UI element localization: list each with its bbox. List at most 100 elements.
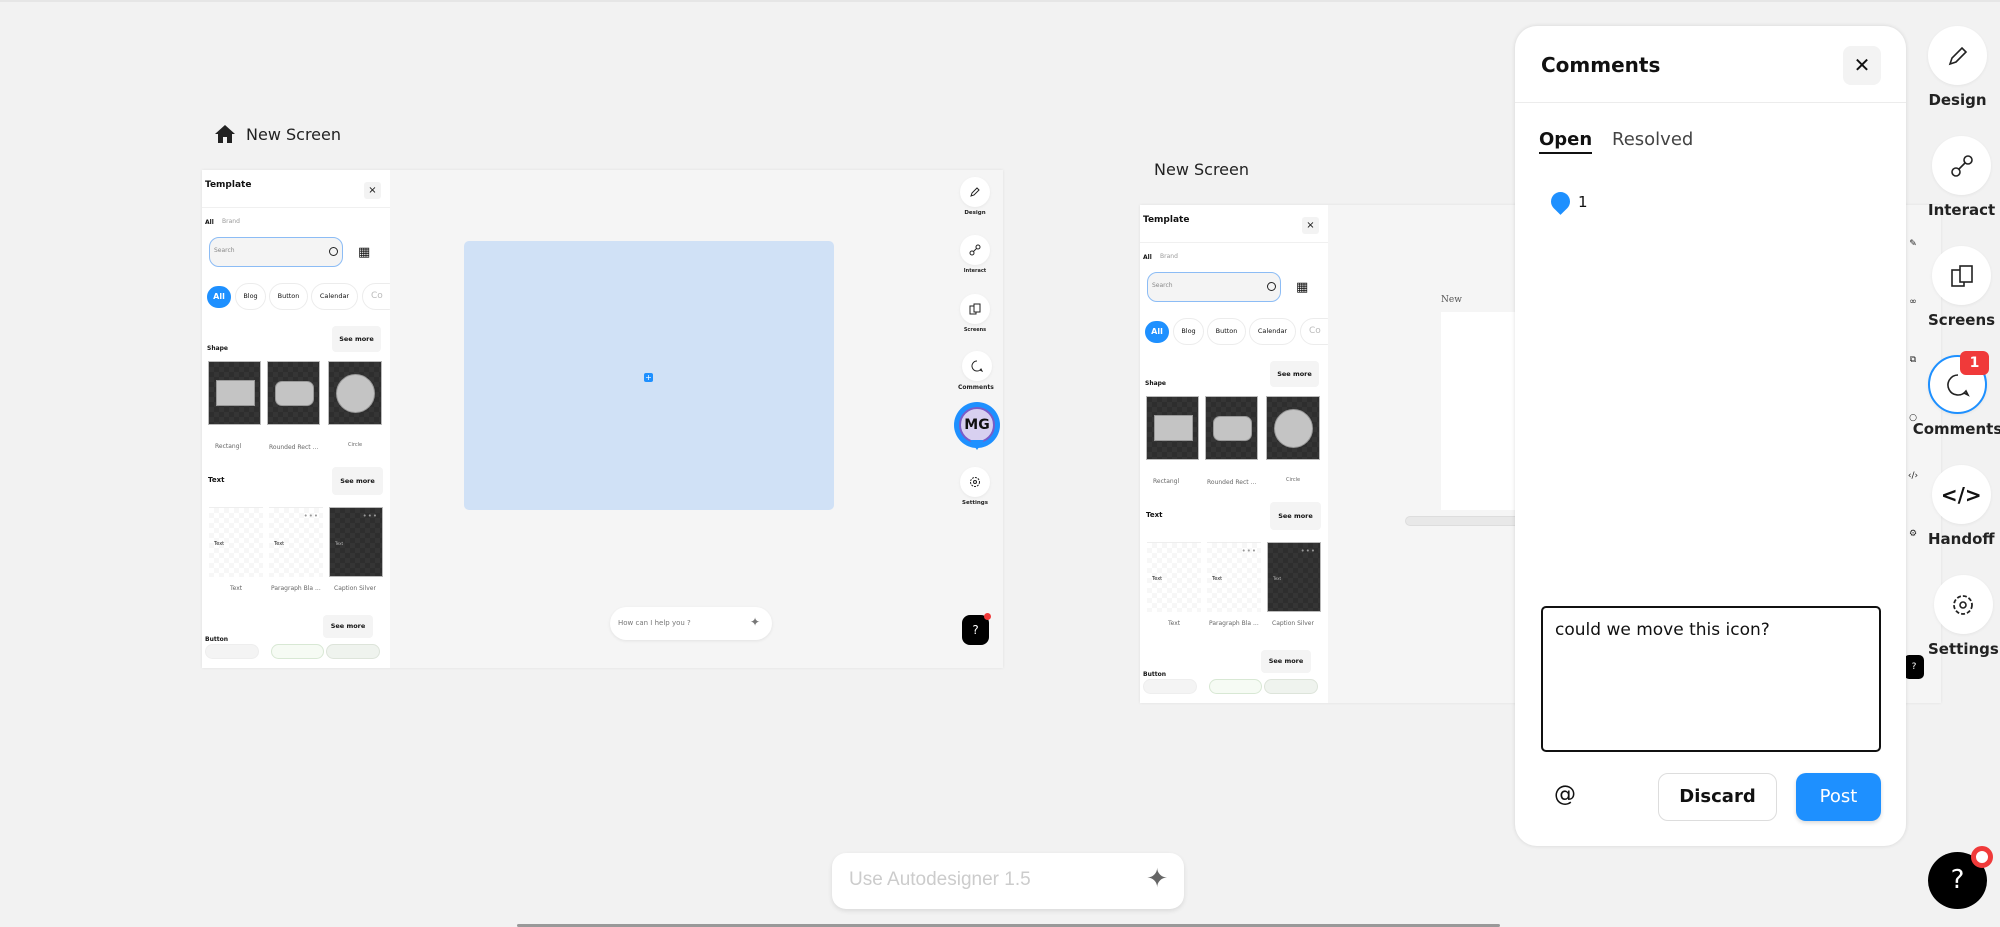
comment-pin-avatar[interactable]: MG <box>954 402 1000 450</box>
right-toolbar-screens[interactable]: Screens <box>1928 246 1995 329</box>
ai-chat-input[interactable]: How can I help you ? ✦ <box>610 607 772 640</box>
shape-rectangle-thumb[interactable] <box>208 361 261 425</box>
chip-all[interactable]: All <box>207 286 231 308</box>
see-more-button-button[interactable]: See more <box>323 615 373 638</box>
button-template[interactable] <box>271 644 324 659</box>
shape-circle-thumb[interactable] <box>1266 396 1320 460</box>
template-panel-2: Template × All Brand Search ▦ All Blog B… <box>1140 205 1328 703</box>
mention-button[interactable]: @ <box>1554 782 1576 807</box>
tab-brand[interactable]: Brand <box>222 218 240 225</box>
toolbar-settings[interactable]: Settings <box>960 467 990 506</box>
button-template[interactable] <box>1209 679 1262 694</box>
right-toolbar-settings[interactable]: Settings <box>1928 575 1999 658</box>
divider <box>1140 242 1328 243</box>
chip-all[interactable]: All <box>1145 321 1169 343</box>
paragraph-thumb[interactable]: ••• Text <box>1207 542 1261 612</box>
comment-icon <box>1946 373 1970 397</box>
see-more-shape-button[interactable]: See more <box>332 326 381 352</box>
shape-label: Rectangl <box>1153 478 1180 485</box>
chip-more[interactable]: Co <box>1300 318 1328 345</box>
chip-blog[interactable]: Blog <box>1173 318 1204 345</box>
shape-rounded-rect-thumb[interactable] <box>1205 396 1258 460</box>
pencil-icon <box>970 187 980 197</box>
help-button-mini[interactable]: ? <box>1904 655 1924 679</box>
post-button[interactable]: Post <box>1796 773 1881 821</box>
empty-screen-canvas[interactable]: + <box>464 241 834 510</box>
template-search-input[interactable]: Search <box>209 237 343 267</box>
notification-dot <box>984 613 991 620</box>
template-panel: Template × All Brand Search ▦ All Blog B… <box>202 170 390 668</box>
search-icon <box>329 247 338 256</box>
tab-brand[interactable]: Brand <box>1160 253 1178 260</box>
autodesigner-placeholder: Use Autodesigner 1.5 <box>849 869 1031 890</box>
see-more-text-button[interactable]: See more <box>332 467 383 495</box>
text-thumb[interactable]: Text <box>209 507 263 577</box>
qr-grid-icon[interactable]: ▦ <box>1296 281 1308 294</box>
caption-thumb[interactable]: ••• Text <box>329 507 383 577</box>
chip-calendar[interactable]: Calendar <box>1249 318 1296 345</box>
autodesigner-input[interactable]: Use Autodesigner 1.5 ✦ <box>832 853 1184 909</box>
button-template[interactable] <box>1143 679 1197 694</box>
chip-calendar[interactable]: Calendar <box>311 283 358 310</box>
template-close-button[interactable]: × <box>364 182 381 199</box>
chip-button[interactable]: Button <box>269 283 308 310</box>
right-toolbar-comments[interactable]: 1 Comments <box>1913 351 2000 438</box>
help-button[interactable]: ? <box>1928 846 1993 909</box>
toolbar-comments[interactable]: Comments <box>958 351 994 391</box>
comment-textarea[interactable]: could we move this icon? <box>1541 606 1881 752</box>
sparkle-icon: ✦ <box>749 615 760 629</box>
discard-button[interactable]: Discard <box>1658 773 1777 821</box>
add-screen-icon[interactable]: + <box>644 373 653 382</box>
tab-open[interactable]: Open <box>1539 129 1593 154</box>
template-title: Template <box>205 180 252 190</box>
text-thumb[interactable]: Text <box>1147 542 1201 612</box>
help-button[interactable]: ? <box>962 613 991 645</box>
screen-title-2[interactable]: New Screen <box>1154 160 1249 179</box>
interact-icon <box>969 244 981 256</box>
tab-resolved[interactable]: Resolved <box>1612 129 1693 150</box>
button-template[interactable] <box>1264 679 1318 694</box>
shape-label: Rounded Rect ... <box>269 444 319 451</box>
chip-more[interactable]: Co <box>362 283 390 310</box>
chip-blog[interactable]: Blog <box>235 283 266 310</box>
comments-badge: 1 <box>1960 351 1989 375</box>
button-template[interactable] <box>205 644 259 659</box>
tab-all[interactable]: All <box>205 219 214 226</box>
text-label: Paragraph Bla ... <box>271 585 321 592</box>
text-label: Caption Silver <box>1272 620 1314 627</box>
avatar: MG <box>959 407 995 443</box>
see-more-shape-button[interactable]: See more <box>1270 361 1319 387</box>
close-comments-button[interactable]: ✕ <box>1843 46 1881 85</box>
shape-rounded-rect-thumb[interactable] <box>267 361 320 425</box>
qr-grid-icon[interactable]: ▦ <box>358 246 370 259</box>
chip-button[interactable]: Button <box>1207 318 1246 345</box>
section-shape-label: Shape <box>207 345 229 352</box>
shape-circle-thumb[interactable] <box>328 361 382 425</box>
toolbar-design[interactable]: Design <box>960 177 990 216</box>
right-toolbar-interact[interactable]: Interact <box>1928 136 1995 219</box>
paragraph-thumb[interactable]: ••• Text <box>269 507 323 577</box>
template-search-input[interactable]: Search <box>1147 272 1281 302</box>
toolbar-interact[interactable]: Interact <box>960 235 990 274</box>
notification-dot <box>1971 846 1993 868</box>
see-more-text-button[interactable]: See more <box>1270 502 1321 530</box>
divider <box>1515 102 1906 103</box>
top-border <box>0 0 2000 2</box>
tab-all[interactable]: All <box>1143 254 1152 261</box>
comments-panel: Comments ✕ Open Resolved 1 could we move… <box>1515 26 1906 846</box>
gear-icon <box>970 477 980 487</box>
screen-title-text: New Screen <box>246 124 341 144</box>
caption-thumb[interactable]: ••• Text <box>1267 542 1321 612</box>
comment-thread-item[interactable]: 1 <box>1547 188 1588 215</box>
button-template[interactable] <box>326 644 380 659</box>
comment-number: 1 <box>1578 192 1588 211</box>
right-toolbar-design[interactable]: Design <box>1928 26 1987 109</box>
see-more-button-button[interactable]: See more <box>1261 650 1311 673</box>
screen-title-1[interactable]: New Screen <box>214 124 341 144</box>
template-close-button[interactable]: × <box>1302 217 1319 234</box>
search-icon <box>1267 282 1276 291</box>
shape-rectangle-thumb[interactable] <box>1146 396 1199 460</box>
right-toolbar-handoff[interactable]: </> Handoff <box>1928 465 1995 548</box>
toolbar-screens[interactable]: Screens <box>960 294 990 333</box>
screen-frame-1[interactable]: Template × All Brand Search ▦ All Blog B… <box>202 170 1003 668</box>
